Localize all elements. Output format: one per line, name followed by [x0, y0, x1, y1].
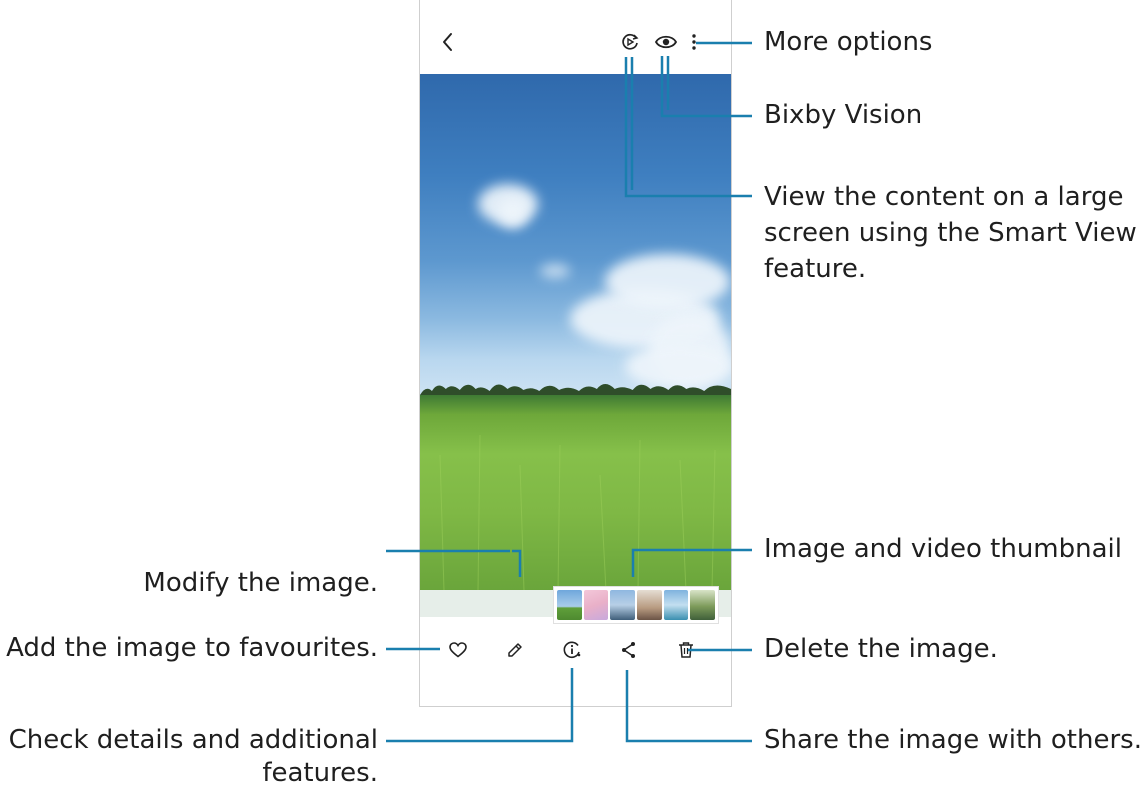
label-favourites: Add the image to favourites. — [6, 633, 378, 663]
callout-lines — [386, 41, 752, 743]
label-bixby-vision: Bixby Vision — [764, 100, 923, 130]
label-share: Share the image with others. — [764, 725, 1142, 755]
label-details-1: Check details and additional — [8, 725, 378, 755]
label-more-options: More options — [764, 27, 933, 57]
label-smart-view-2: screen using the Smart View — [764, 218, 1137, 248]
label-delete: Delete the image. — [764, 634, 998, 664]
label-smart-view-1: View the content on a large — [764, 182, 1124, 212]
label-details-2: features. — [262, 758, 378, 788]
label-thumbnail: Image and video thumbnail — [764, 534, 1122, 564]
label-smart-view-3: feature. — [764, 254, 867, 284]
label-modify: Modify the image. — [143, 568, 378, 598]
